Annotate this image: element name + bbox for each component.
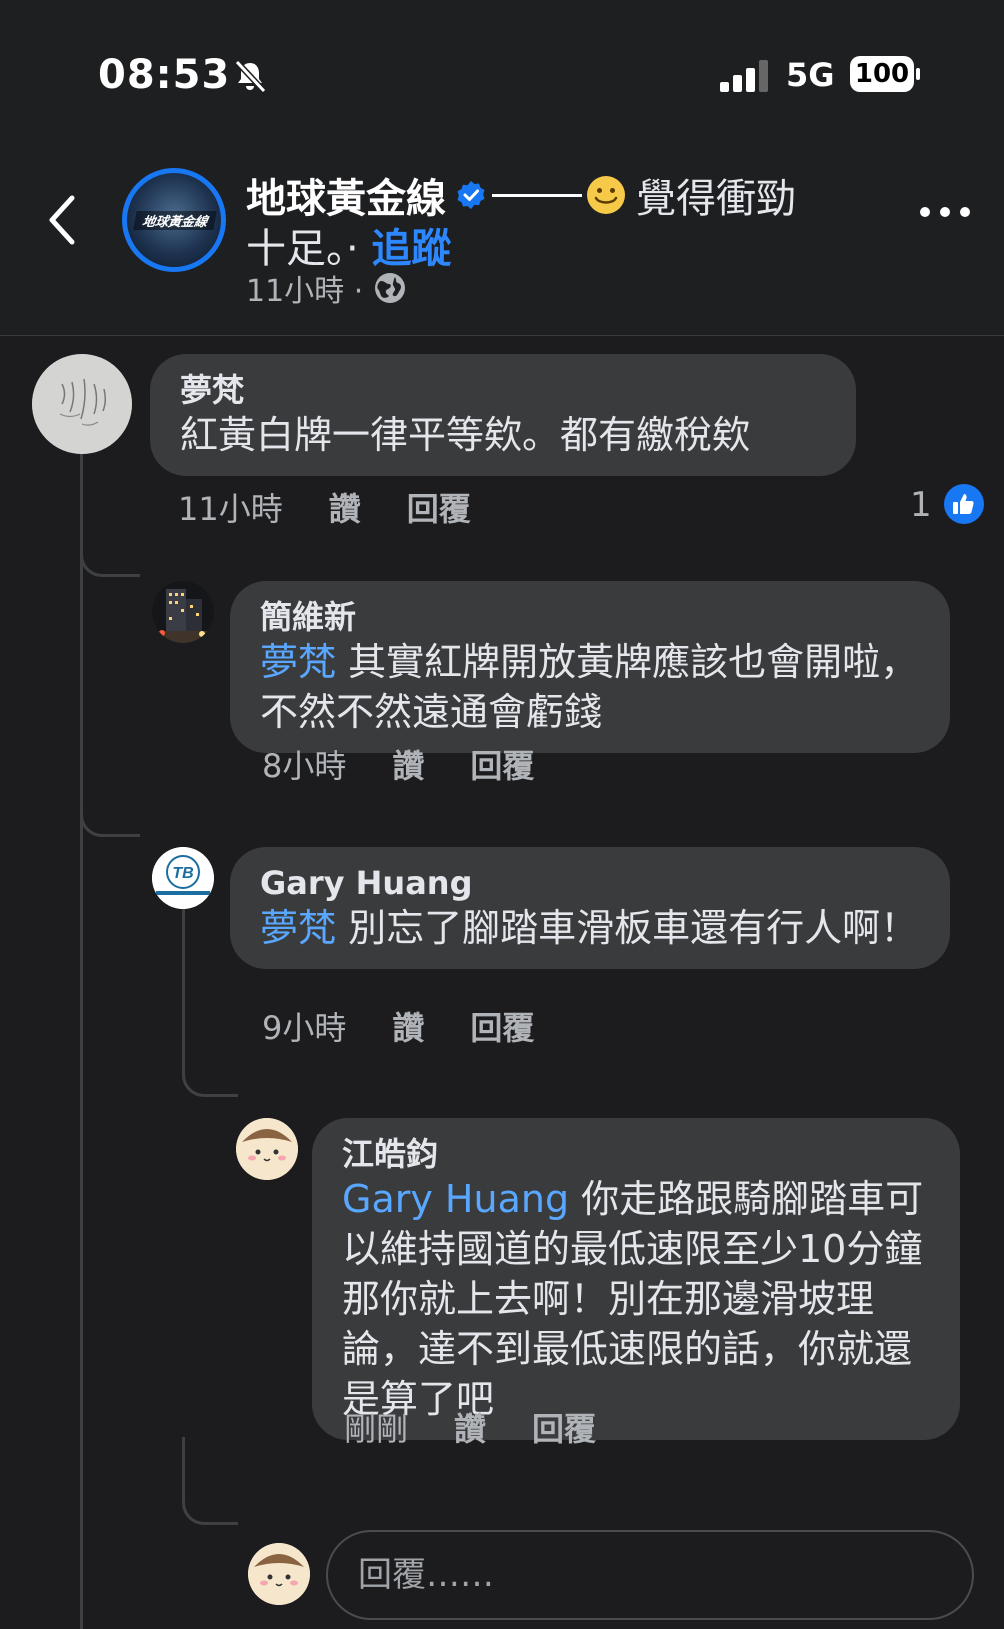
post-time[interactable]: 11小時 · [246, 266, 363, 310]
comment-time[interactable]: 8小時 [262, 741, 346, 787]
thread-line-nested [182, 897, 185, 1057]
night-building-icon [152, 581, 214, 643]
status-time: 08:53 [98, 52, 231, 98]
globe-public-icon [375, 273, 406, 303]
status-bar: 08:53 5G 100 [0, 0, 1004, 140]
verified-badge-icon [457, 181, 485, 209]
comment-author[interactable]: 簡維新 [260, 597, 920, 637]
battery-icon: 100 [850, 56, 920, 92]
commenter-avatar[interactable]: TB [152, 847, 214, 909]
comment-actions: 剛剛 讚 回覆 [344, 1404, 642, 1450]
reply-button[interactable]: 回覆 [470, 741, 534, 787]
handwriting-icon [32, 354, 132, 454]
comment-actions: 9小時 讚 回覆 [262, 1003, 580, 1049]
back-chevron-icon[interactable] [44, 192, 80, 248]
network-type: 5G [786, 56, 835, 94]
mention-link[interactable]: Gary Huang [342, 1177, 569, 1221]
comment-actions: 8小時 讚 回覆 [262, 741, 580, 787]
comment-text: 夢梵 別忘了腳踏車滑板車還有行人啊！ [260, 903, 920, 953]
cellular-signal-icon [720, 60, 768, 92]
smile-emoji-icon [587, 176, 625, 214]
comment-bubble[interactable]: 夢梵 紅黃白牌一律平等欸。都有繳稅欸 [150, 354, 856, 476]
comment-author[interactable]: 夢梵 [180, 370, 826, 410]
reply-button[interactable]: 回覆 [407, 484, 471, 530]
current-user-avatar[interactable] [248, 1543, 310, 1605]
post-header: 地球黃金線 地球黃金線 覺得衝勁 十足。· 追蹤 11小時 · [0, 140, 1004, 336]
comment-actions: 11小時 讚 回覆 [178, 484, 517, 530]
thread-line-main [80, 453, 83, 1629]
page-avatar-logo-text: 地球黃金線 [133, 211, 217, 230]
comment-time[interactable]: 11小時 [178, 484, 283, 530]
tb-logo-icon: TB [152, 847, 214, 909]
comment-text: 紅黃白牌一律平等欸。都有繳稅欸 [180, 413, 751, 457]
post-meta: 11小時 · [246, 266, 407, 310]
like-button[interactable]: 讚 [329, 484, 361, 530]
page-avatar[interactable]: 地球黃金線 [122, 168, 226, 272]
commenter-avatar[interactable] [152, 581, 214, 643]
comment-thread: 夢梵 紅黃白牌一律平等欸。都有繳稅欸 11小時 讚 回覆 1 簡維新 夢梵 其實… [0, 337, 1004, 1629]
comment-author[interactable]: 江皓鈞 [342, 1134, 930, 1174]
thread-connector-3 [182, 1037, 238, 1097]
commenter-avatar[interactable] [32, 354, 132, 454]
comment-bubble[interactable]: Gary Huang 夢梵 別忘了腳踏車滑板車還有行人啊！ [230, 847, 950, 969]
battery-tip [916, 68, 920, 80]
comment-body: 別忘了腳踏車滑板車還有行人啊！ [336, 906, 919, 950]
dash-line [492, 193, 582, 197]
mention-link[interactable]: 夢梵 [260, 640, 336, 684]
comment-text: 夢梵 其實紅牌開放黃牌應該也會開啦，不然不然遠通會虧錢 [260, 637, 920, 737]
comment-time[interactable]: 9小時 [262, 1003, 346, 1049]
comment-bubble[interactable]: 江皓鈞 Gary Huang 你走路跟騎腳踏車可以維持國道的最低速限至少10分鐘… [312, 1118, 960, 1440]
reply-button[interactable]: 回覆 [470, 1003, 534, 1049]
mention-link[interactable]: 夢梵 [260, 906, 336, 950]
cartoon-face-icon [236, 1118, 298, 1180]
comment-bubble[interactable]: 簡維新 夢梵 其實紅牌開放黃牌應該也會開啦，不然不然遠通會虧錢 [230, 581, 950, 753]
reply-input[interactable]: 回覆…… [326, 1530, 974, 1620]
thread-connector-1 [80, 517, 140, 577]
like-button[interactable]: 讚 [454, 1404, 486, 1450]
post-text-first: 覺得衝勁 [636, 176, 796, 222]
thread-connector-4 [182, 1437, 238, 1525]
comment-body: 其實紅牌開放黃牌應該也會開啦，不然不然遠通會虧錢 [260, 640, 919, 734]
comment-author[interactable]: Gary Huang [260, 863, 920, 903]
comment-text: Gary Huang 你走路跟騎腳踏車可以維持國道的最低速限至少10分鐘那你就上… [342, 1174, 930, 1424]
thumbs-up-icon[interactable] [944, 484, 984, 524]
like-button[interactable]: 讚 [392, 1003, 424, 1049]
thread-connector-2 [80, 777, 140, 837]
commenter-avatar[interactable] [236, 1118, 298, 1180]
comment-time[interactable]: 剛剛 [344, 1404, 408, 1450]
reply-button[interactable]: 回覆 [532, 1404, 596, 1450]
bell-muted-icon [234, 59, 267, 94]
more-options-icon[interactable] [918, 204, 972, 220]
like-count[interactable]: 1 [910, 485, 932, 525]
battery-level: 100 [850, 56, 914, 92]
cartoon-face-icon [248, 1543, 310, 1605]
avatar-logo-text: TB [172, 865, 193, 882]
like-button[interactable]: 讚 [392, 741, 424, 787]
